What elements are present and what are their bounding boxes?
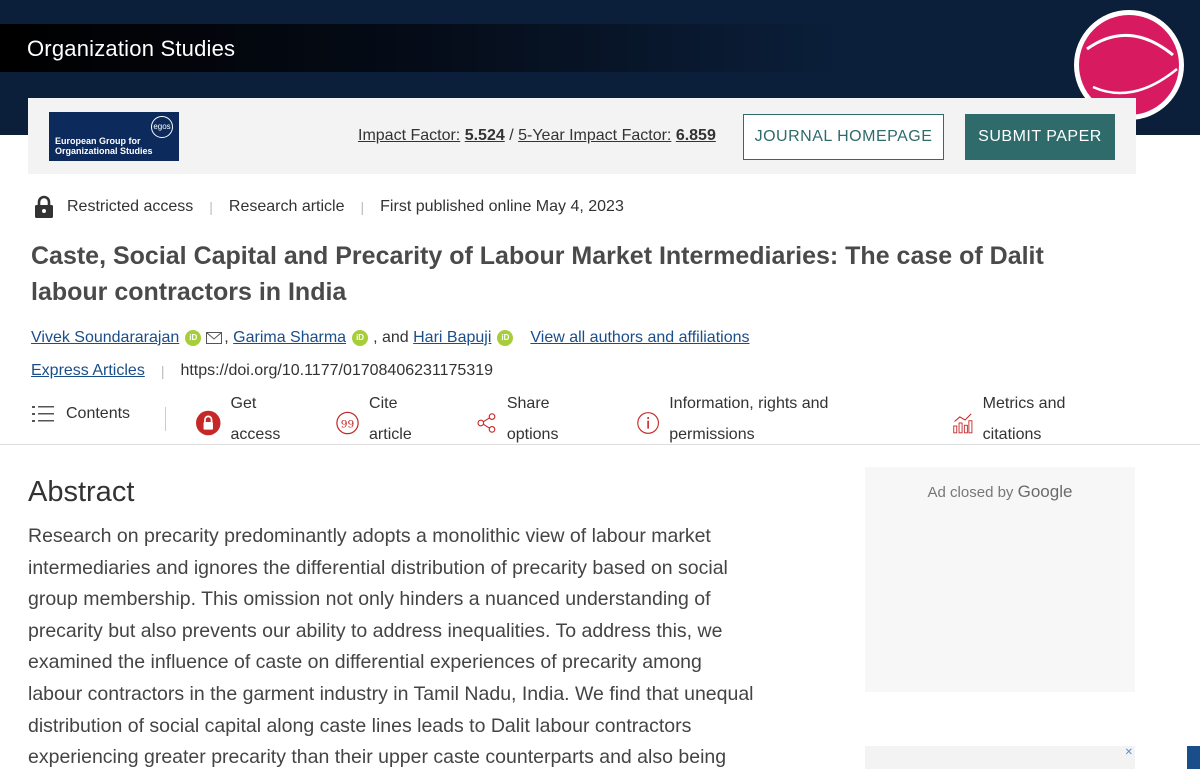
author-separator: , and bbox=[373, 329, 409, 346]
view-all-authors-link[interactable]: View all authors and affiliations bbox=[530, 329, 749, 347]
author-link[interactable]: Garima Sharma bbox=[233, 329, 346, 347]
publish-date: First published online May 4, 2023 bbox=[380, 198, 624, 215]
article-toolbar: Contents Get access 99 Cite article Shar… bbox=[0, 394, 1200, 445]
orcid-icon[interactable]: iD bbox=[185, 330, 202, 346]
article-type: Research article bbox=[228, 198, 345, 215]
share-icon bbox=[477, 413, 496, 433]
lock-icon bbox=[196, 410, 221, 436]
abstract-heading: Abstract bbox=[28, 476, 135, 508]
get-access-button[interactable]: Get access bbox=[196, 394, 306, 444]
cite-article-label: Cite article bbox=[369, 395, 412, 443]
share-options-label: Share options bbox=[506, 395, 559, 443]
metrics-citations-button[interactable]: Metrics and citations bbox=[953, 394, 1093, 444]
cite-article-button[interactable]: 99 Cite article bbox=[336, 394, 436, 444]
ad-slot-secondary: ✕ bbox=[865, 746, 1135, 769]
doi-row: Express Articles | https://doi.org/10.11… bbox=[31, 362, 493, 380]
egos-name: European Group for Organizational Studie… bbox=[55, 136, 153, 156]
author-list: Vivek Soundararajan iD , Garima Sharma i… bbox=[31, 329, 750, 347]
contents-button[interactable]: Contents bbox=[32, 405, 130, 423]
author-separator: , bbox=[224, 329, 229, 346]
side-widget[interactable] bbox=[1187, 746, 1200, 769]
toolbar-divider bbox=[165, 407, 166, 431]
author-link[interactable]: Hari Bapuji bbox=[413, 329, 491, 347]
access-status: Restricted access bbox=[67, 198, 194, 215]
information-rights-label: Information, rights and permissions bbox=[669, 395, 829, 443]
meta-divider: | bbox=[360, 199, 365, 215]
ad-close-icon[interactable]: ✕ bbox=[1125, 747, 1133, 758]
journal-info-card: egos European Group for Organizational S… bbox=[28, 98, 1136, 174]
article-meta: Restricted access | Research article | F… bbox=[33, 194, 624, 220]
ad-closed-notice: Ad closed by Google bbox=[865, 482, 1135, 502]
ad-slot: Ad closed by Google bbox=[865, 467, 1135, 692]
info-icon bbox=[637, 412, 659, 434]
article-title: Caste, Social Capital and Precarity of L… bbox=[31, 242, 1044, 306]
meta-divider: | bbox=[209, 199, 213, 215]
impact-divider: / bbox=[509, 127, 514, 144]
get-access-label: Get access bbox=[230, 395, 281, 443]
egos-badge: egos bbox=[151, 116, 173, 138]
contents-label: Contents bbox=[66, 405, 131, 422]
collection-link[interactable]: Express Articles bbox=[31, 362, 145, 380]
lock-icon bbox=[35, 195, 53, 218]
google-wordmark: Google bbox=[1017, 482, 1073, 501]
share-options-button[interactable]: Share options bbox=[476, 394, 586, 444]
metrics-citations-label: Metrics and citations bbox=[982, 395, 1066, 443]
submit-paper-button[interactable]: SUBMIT PAPER bbox=[965, 114, 1115, 160]
information-rights-button[interactable]: Information, rights and permissions bbox=[637, 394, 867, 444]
ad-closed-text: Ad closed by bbox=[927, 484, 1014, 501]
svg-text:99: 99 bbox=[341, 417, 355, 430]
journal-homepage-button[interactable]: JOURNAL HOMEPAGE bbox=[743, 114, 944, 160]
email-icon[interactable] bbox=[206, 332, 223, 344]
quote-icon: 99 bbox=[336, 411, 359, 435]
impact-factor-label: Impact Factor: bbox=[358, 127, 461, 144]
list-icon bbox=[32, 406, 54, 422]
chart-icon bbox=[953, 413, 973, 434]
orcid-icon[interactable]: iD bbox=[352, 330, 369, 346]
egos-logo[interactable]: egos European Group for Organizational S… bbox=[49, 112, 179, 161]
five-year-label: 5-Year Impact Factor: bbox=[518, 127, 672, 144]
impact-factor[interactable]: Impact Factor: 5.524 / 5-Year Impact Fac… bbox=[358, 127, 716, 145]
five-year-value: 6.859 bbox=[675, 127, 716, 144]
orcid-icon[interactable]: iD bbox=[497, 330, 514, 346]
author-link[interactable]: Vivek Soundararajan bbox=[31, 329, 179, 347]
impact-factor-value: 5.524 bbox=[464, 127, 505, 144]
doi-divider: | bbox=[160, 363, 165, 379]
journal-title[interactable]: Organization Studies bbox=[27, 36, 235, 62]
doi-url[interactable]: https://doi.org/10.1177/0170840623117531… bbox=[180, 362, 493, 380]
abstract-text: Research on precarity predominantly adop… bbox=[28, 525, 754, 769]
